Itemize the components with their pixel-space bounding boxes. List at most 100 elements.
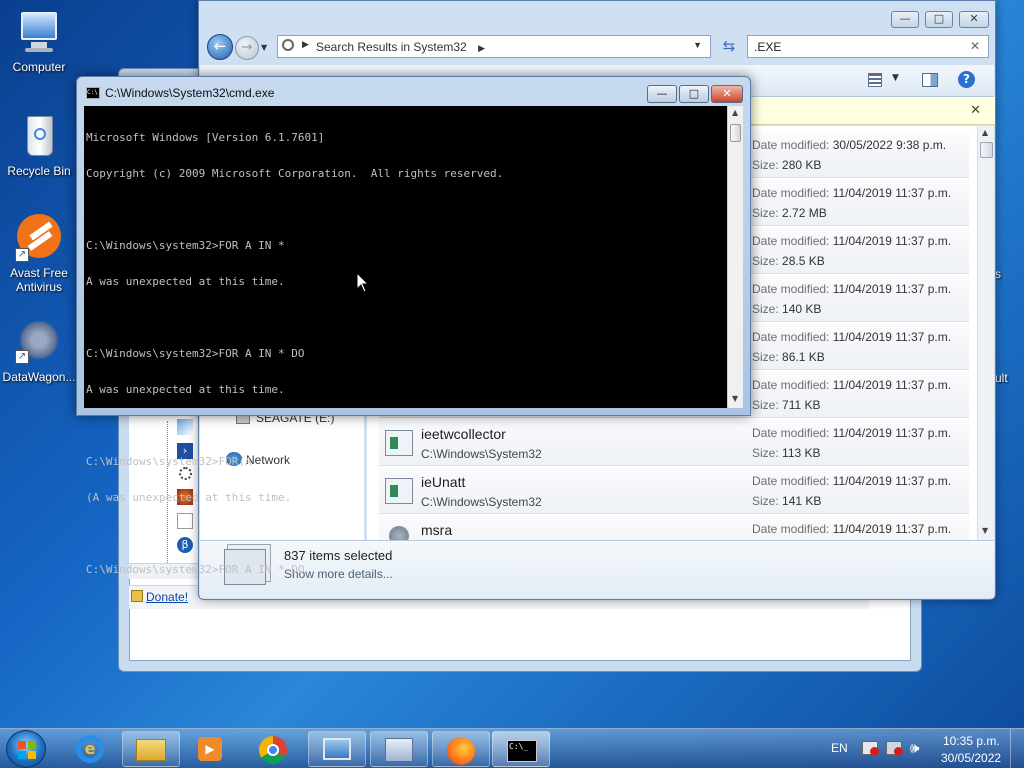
chrome-center-icon <box>267 744 279 756</box>
start-button[interactable] <box>6 730 46 768</box>
date-modified: Date modified: 11/04/2019 11:37 p.m. <box>752 522 952 536</box>
desktop-icon-label: DataWagon... <box>2 370 76 384</box>
console-output[interactable]: Microsoft Windows [Version 6.1.7601] Cop… <box>84 106 727 576</box>
cmd-minimize-button[interactable]: — <box>647 85 677 103</box>
back-button[interactable]: ← <box>207 34 233 60</box>
address-dropdown-icon[interactable]: ▼ <box>693 40 702 50</box>
change-view-icon[interactable] <box>868 73 882 87</box>
recycle-bin-icon <box>15 112 63 160</box>
minimize-button[interactable]: — <box>891 11 919 28</box>
file-size: Size: 711 KB <box>752 398 821 412</box>
file-size: Size: 113 KB <box>752 446 821 460</box>
windows-logo-icon <box>18 741 26 749</box>
address-bar[interactable]: ▶ Search Results in System32 ▶ ▼ <box>277 35 711 58</box>
help-icon[interactable]: ? <box>958 71 975 88</box>
console-line: C:\Windows\system32>FOR A IN * DO <box>86 347 305 360</box>
date-modified: Date modified: 11/04/2019 11:37 p.m. <box>752 378 952 392</box>
file-size: Size: 140 KB <box>752 302 822 316</box>
date-modified: Date modified: 11/04/2019 11:37 p.m. <box>752 330 952 344</box>
search-value: .EXE <box>754 40 782 54</box>
shortcut-arrow-icon: ↗ <box>15 350 29 364</box>
desktop-icon-label: Recycle Bin <box>7 164 71 178</box>
network-alert-icon <box>894 747 903 756</box>
action-center-alert-icon <box>870 747 879 756</box>
console-line: C:\Windows\system32>FOR(A <box>86 455 252 468</box>
avast-icon: ↗ <box>15 214 63 262</box>
breadcrumb-arrow-icon: ▶ <box>478 43 485 53</box>
info-bar[interactable]: ✕ <box>751 97 995 125</box>
cmd-icon: C:\ <box>86 87 100 99</box>
forward-button[interactable]: → <box>235 36 259 60</box>
file-size: Size: 2.72 MB <box>752 206 827 220</box>
desktop-icon-recycle-bin[interactable]: Recycle Bin <box>1 112 77 178</box>
refresh-button[interactable]: ⇆ <box>715 35 743 58</box>
taskbar: e ▶ C:\_ EN 🕪 10:35 p.m. 30/05/2022 <box>0 728 1024 768</box>
date-modified: Date modified: 11/04/2019 11:37 p.m. <box>752 282 952 296</box>
console-line: ​ <box>86 528 725 540</box>
scroll-down-icon[interactable]: ▼ <box>982 526 988 535</box>
date-modified: Date modified: 11/04/2019 11:37 p.m. <box>752 426 952 440</box>
date-modified: Date modified: 11/04/2019 11:37 p.m. <box>752 474 952 488</box>
console-line: (A was unexpected at this time. <box>86 491 292 504</box>
file-size: Size: 28.5 KB <box>752 254 825 268</box>
scroll-thumb[interactable] <box>730 124 741 142</box>
desktop-icon-avast[interactable]: ↗ Avast Free Antivirus <box>1 214 77 294</box>
close-button[interactable]: ✕ <box>959 11 989 28</box>
taskbar-firefox[interactable] <box>432 731 490 767</box>
desktop-icon-label: Avast Free Antivirus <box>10 266 68 294</box>
internet-explorer-icon: e <box>76 735 104 763</box>
taskbar-media-player[interactable]: ▶ <box>182 731 240 767</box>
date-modified: Date modified: 11/04/2019 11:37 p.m. <box>752 186 952 200</box>
taskbar-control-panel[interactable] <box>370 731 428 767</box>
console-line: ​ <box>86 312 725 324</box>
firefox-icon <box>447 737 475 765</box>
search-icon <box>282 39 294 51</box>
close-infobar-icon[interactable]: ✕ <box>970 103 981 118</box>
mouse-pointer-icon <box>356 272 370 293</box>
datawagon-icon: ↗ <box>15 318 63 366</box>
console-line: ​ <box>86 420 725 432</box>
desktop-icon-computer[interactable]: Computer <box>1 8 77 74</box>
taskbar-remote-desktop[interactable] <box>308 731 366 767</box>
console-line: A was unexpected at this time. <box>86 383 285 396</box>
recent-pages-icon[interactable]: ▼ <box>261 43 267 52</box>
cmd-scrollbar[interactable]: ▲ ▼ <box>727 106 743 408</box>
cmd-maximize-button[interactable]: □ <box>679 85 709 103</box>
search-input[interactable]: .EXE ✕ <box>747 35 989 58</box>
clock-time[interactable]: 10:35 p.m. <box>943 734 1000 748</box>
results-scrollbar[interactable]: ▲ ▼ <box>977 126 994 540</box>
view-dropdown-icon[interactable]: ▼ <box>892 73 899 83</box>
taskbar-internet-explorer[interactable]: e <box>62 731 120 767</box>
scroll-down-icon[interactable]: ▼ <box>732 394 738 403</box>
cmd-window[interactable]: C:\ C:\Windows\System32\cmd.exe — □ ✕ Mi… <box>76 76 751 576</box>
breadcrumb[interactable]: Search Results in System32 <box>316 40 467 54</box>
preview-pane-icon[interactable] <box>922 73 938 87</box>
cmd-taskbar-icon: C:\_ <box>507 740 537 762</box>
windows-logo-icon <box>28 741 36 749</box>
console-line: Microsoft Windows [Version 6.1.7601] <box>86 131 325 144</box>
show-desktop-button[interactable] <box>1010 729 1024 768</box>
scroll-thumb[interactable] <box>980 142 993 158</box>
file-size: Size: 280 KB <box>752 158 822 172</box>
maximize-button[interactable]: □ <box>925 11 953 28</box>
console-line: A was unexpected at this time. <box>86 275 285 288</box>
desktop-partial-label: ult <box>995 371 1008 385</box>
scroll-up-icon[interactable]: ▲ <box>732 108 738 117</box>
console-line: ​ <box>86 204 725 216</box>
date-modified: Date modified: 30/05/2022 9:38 p.m. <box>752 138 947 152</box>
cmd-close-button[interactable]: ✕ <box>711 85 743 103</box>
volume-icon[interactable]: 🕪 <box>910 739 919 757</box>
scroll-up-icon[interactable]: ▲ <box>982 128 988 137</box>
language-indicator[interactable]: EN <box>831 741 848 755</box>
taskbar-windows-explorer[interactable] <box>122 731 180 767</box>
clear-search-icon[interactable]: ✕ <box>970 39 980 53</box>
remote-desktop-icon <box>323 738 351 760</box>
control-panel-icon <box>385 738 413 762</box>
taskbar-cmd[interactable]: C:\_ <box>492 731 550 767</box>
desktop-icon-datawagon[interactable]: ↗ DataWagon... <box>1 318 77 384</box>
windows-logo-icon <box>18 751 26 759</box>
breadcrumb-arrow-icon: ▶ <box>302 39 309 49</box>
taskbar-chrome[interactable] <box>244 731 302 767</box>
clock-date[interactable]: 30/05/2022 <box>941 751 1001 765</box>
console-line: Copyright (c) 2009 Microsoft Corporation… <box>86 167 504 180</box>
